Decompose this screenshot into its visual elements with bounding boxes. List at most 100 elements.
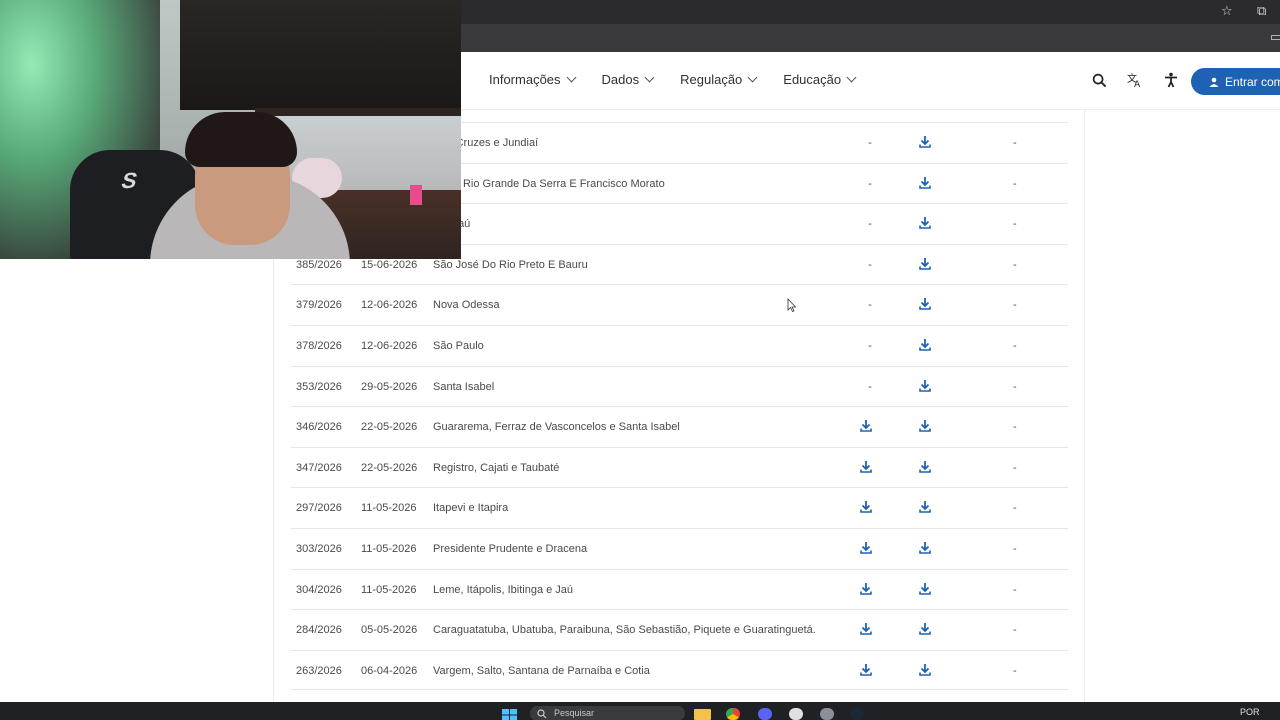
translate-icon[interactable]: 文A — [1126, 70, 1144, 90]
download-icon[interactable] — [860, 582, 872, 596]
star-icon[interactable]: ☆ — [1221, 3, 1233, 19]
empty-cell: - — [1013, 137, 1017, 149]
empty-cell: - — [868, 258, 872, 271]
empty-cell: - — [1013, 339, 1017, 352]
empty-cell: - — [1013, 299, 1017, 312]
publication-date: 12-06-2026 — [361, 339, 418, 352]
download-icon[interactable] — [860, 663, 872, 677]
login-button[interactable]: Entrar com — [1191, 68, 1280, 95]
taskbar-search[interactable]: Pesquisar — [530, 706, 685, 720]
nav-item-label: Informações — [489, 72, 561, 87]
download-icon[interactable] — [919, 216, 931, 230]
publication-date: 22-05-2026 — [361, 461, 418, 474]
table-row: 303/2026 11-05-2026 Presidente Prudente e … — [291, 527, 1068, 569]
decree-number: 379/2026 — [296, 299, 342, 312]
download-icon[interactable] — [919, 541, 931, 555]
download-icon[interactable] — [919, 338, 931, 352]
empty-cell: - — [1013, 258, 1017, 271]
download-icon[interactable] — [919, 460, 931, 474]
file-explorer-icon[interactable] — [694, 709, 711, 720]
publication-date: 11-05-2026 — [361, 542, 417, 555]
chevron-down-icon — [846, 72, 857, 83]
publication-date: 06-04-2026 — [361, 664, 418, 677]
download-icon[interactable] — [919, 500, 931, 514]
empty-cell: - — [1013, 421, 1017, 434]
bookmark-folder-icon[interactable]: ▭ — [1270, 29, 1280, 45]
header-tools: 文A — [1090, 70, 1180, 90]
cities-cell: cana, Rio Grande Da Serra E Francisco Mo… — [433, 177, 665, 190]
decree-number: 284/2026 — [296, 624, 342, 637]
empty-cell: - — [868, 218, 872, 231]
cities-cell: São José Do Rio Preto E Bauru — [433, 258, 588, 271]
empty-cell: - — [1013, 380, 1017, 393]
language-indicator[interactable]: POR — [1240, 707, 1260, 717]
publication-date: 15-06-2026 — [361, 258, 418, 271]
nav-item-label: Regulação — [680, 72, 743, 87]
chevron-down-icon — [566, 72, 576, 83]
nav-item-informacoes[interactable]: Informações — [489, 72, 576, 87]
shelf — [255, 108, 461, 116]
empty-cell: - — [868, 339, 872, 352]
publication-date: 05-05-2026 — [361, 624, 418, 637]
download-icon[interactable] — [919, 663, 931, 677]
empty-cell: - — [868, 177, 872, 190]
download-icon[interactable] — [860, 460, 872, 474]
decree-number: 263/2026 — [296, 664, 342, 677]
nav-item-dados[interactable]: Dados — [601, 72, 655, 87]
download-icon[interactable] — [919, 135, 931, 149]
download-icon[interactable] — [860, 500, 872, 514]
empty-cell: - — [1013, 664, 1017, 677]
nav-item-label: Dados — [601, 72, 640, 87]
download-icon[interactable] — [860, 622, 872, 636]
nav-item-label: Educação — [783, 72, 842, 87]
download-icon[interactable] — [919, 176, 931, 190]
steam-icon[interactable] — [850, 708, 864, 720]
empty-cell: - — [868, 299, 872, 312]
cities-cell: Vargem, Salto, Santana de Parnaíba e Cot… — [433, 664, 650, 677]
login-label: Entrar com — [1225, 74, 1280, 89]
app-icon[interactable] — [789, 708, 803, 720]
cities-cell: Guararema, Ferraz de Vasconcelos e Santa… — [433, 421, 680, 434]
cities-cell: Registro, Cajati e Taubaté — [433, 461, 560, 474]
empty-cell: - — [1013, 502, 1017, 515]
table-row: 379/2026 12-06-2026 Nova Odessa - - — [291, 284, 1068, 325]
table-row: 263/2026 06-04-2026 Vargem, Salto, Santana… — [291, 649, 1068, 691]
chrome-icon[interactable] — [726, 708, 740, 720]
cities-cell: Itapevi e Itapira — [433, 502, 509, 515]
download-icon[interactable] — [860, 419, 872, 433]
settings-icon[interactable] — [820, 708, 834, 720]
publication-date: 22-05-2026 — [361, 421, 418, 434]
search-icon[interactable] — [1090, 70, 1108, 90]
download-icon[interactable] — [919, 419, 931, 433]
chevron-down-icon — [747, 72, 758, 83]
main-menu: Informações Dados Regulação Educação — [489, 72, 857, 87]
puzzle-icon[interactable]: ⧉ — [1257, 3, 1266, 19]
download-icon[interactable] — [919, 297, 931, 311]
nav-item-regulacao[interactable]: Regulação — [680, 72, 758, 87]
table-row: 284/2026 05-05-2026 Caraguatatuba, Ubatuba… — [291, 609, 1068, 650]
table-row: 346/2026 22-05-2026 Guararema, Ferraz de V… — [291, 406, 1068, 447]
cities-cell: Santa Isabel — [433, 380, 495, 393]
accessibility-icon[interactable] — [1162, 70, 1180, 90]
empty-cell: - — [1013, 461, 1017, 474]
decree-number: 297/2026 — [296, 502, 342, 515]
download-icon[interactable] — [919, 622, 931, 636]
download-icon[interactable] — [919, 582, 931, 596]
download-icon[interactable] — [919, 257, 931, 271]
download-icon[interactable] — [860, 541, 872, 555]
decree-number: 385/2026 — [296, 258, 342, 271]
chevron-down-icon — [644, 72, 655, 83]
publication-date: 11-05-2026 — [361, 583, 417, 596]
mouse-cursor-icon — [787, 298, 797, 312]
table-row: 297/2026 11-05-2026 Itapevi e Itapira - — [291, 487, 1068, 528]
cities-cell: Presidente Prudente e Dracena — [433, 542, 588, 555]
windows-start-icon[interactable] — [502, 708, 518, 720]
discord-icon[interactable] — [758, 708, 772, 720]
table-row: 353/2026 29-05-2026 Santa Isabel - - — [291, 365, 1068, 407]
nav-item-educacao[interactable]: Educação — [783, 72, 857, 87]
empty-cell: - — [868, 137, 872, 149]
wall-cabinet — [180, 0, 461, 110]
empty-cell: - — [1013, 218, 1017, 231]
download-icon[interactable] — [919, 379, 931, 393]
cities-cell: São Paulo — [433, 339, 484, 352]
